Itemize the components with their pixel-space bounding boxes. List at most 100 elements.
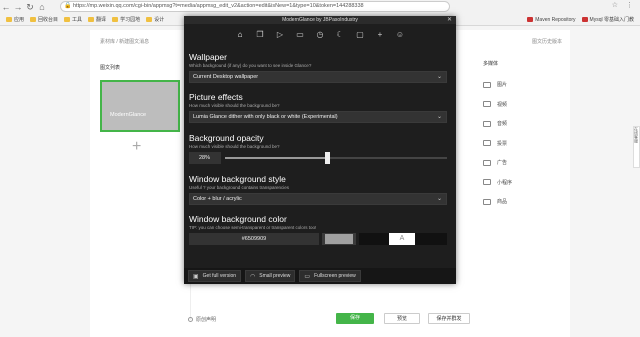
opacity-slider[interactable]: 28%	[189, 152, 451, 164]
thumb-label: ModernGlance	[110, 112, 147, 118]
sidebar-item-miniprogram[interactable]: 小程序	[475, 173, 555, 193]
bookmark-maven[interactable]: Maven Repository	[527, 17, 576, 23]
wallpaper-dropdown[interactable]: Current Desktop wallpaper ⌄	[189, 71, 447, 83]
smile-icon[interactable]: ☺	[390, 30, 410, 39]
bookmark-item[interactable]: 翻译	[88, 16, 106, 23]
sidebar-title: 多媒体	[483, 61, 499, 67]
slider-track[interactable]	[225, 152, 447, 164]
window-style-dropdown[interactable]: Color + blur / acrylic ⌄	[189, 193, 447, 205]
bookmark-item[interactable]: 回收台目	[30, 16, 58, 23]
bookmark-item[interactable]: 设计	[146, 16, 164, 23]
address-text: https://mp.weixin.qq.com/cgi-bin/appmsg?…	[73, 3, 364, 9]
chevron-down-icon: ⌄	[436, 74, 442, 80]
window-icon[interactable]: ▭	[290, 30, 310, 39]
swatch-fill	[325, 234, 353, 244]
window-color-sub: TIP: you can choose semi-transparent or …	[189, 225, 317, 230]
effects-section: Picture effects How much visible should …	[189, 92, 451, 123]
reload-icon[interactable]: ↻	[24, 2, 36, 13]
window-style-section: Window background style Useful ? your ba…	[189, 174, 451, 205]
original-declaration[interactable]: 原创声明	[188, 316, 216, 323]
text-color-swatch[interactable]: A	[359, 233, 447, 245]
swatch-glyph: A	[389, 233, 415, 245]
wallpaper-heading: Wallpaper	[189, 52, 227, 62]
product-icon	[483, 198, 491, 205]
chevron-down-icon: ⌄	[436, 114, 442, 120]
slider-fill	[225, 157, 328, 159]
radio-icon	[188, 317, 193, 322]
color-row: #6509909 A	[189, 233, 451, 245]
clock-icon[interactable]: ◷	[310, 30, 330, 39]
slider-thumb[interactable]	[325, 152, 331, 164]
preview-button[interactable]: 预览	[384, 313, 420, 324]
settings-tabs: ⌂ ❐ ▷ ▭ ◷ ☾ ▢ + ☺	[184, 26, 456, 42]
color-swatch[interactable]	[322, 233, 356, 245]
sidebar-item-audio[interactable]: 音频	[475, 114, 555, 134]
bookmark-mysql[interactable]: Mysql 零基础入门教	[581, 16, 634, 23]
moon-icon[interactable]: ☾	[330, 30, 350, 39]
bookmarks-right: Maven Repository Mysql 零基础入门教	[521, 14, 640, 25]
wallpaper-sub: Which background (if any) do you want to…	[189, 63, 312, 68]
sidebar-item-ad[interactable]: 广告	[475, 153, 555, 173]
media-sidebar: 多媒体 图片 视频 音频 投票 广告 小程序 商品	[475, 60, 555, 212]
opacity-sub: How much visible should the background b…	[189, 144, 280, 149]
close-icon[interactable]: ✕	[447, 16, 452, 24]
mysql-icon	[581, 17, 588, 22]
add-article-icon[interactable]: +	[132, 138, 141, 156]
folder-icon	[88, 17, 95, 22]
window-color-section: Window background color TIP: you can cho…	[189, 214, 451, 245]
folder-icon	[146, 17, 153, 22]
opacity-heading: Background opacity	[189, 133, 264, 143]
article-thumbnail[interactable]: ModernGlance	[100, 80, 180, 132]
home-icon[interactable]: ⌂	[36, 2, 48, 12]
forward-icon[interactable]: →	[12, 2, 24, 12]
home-icon[interactable]: ⌂	[230, 30, 250, 39]
image-icon	[483, 81, 491, 88]
ad-icon	[483, 159, 491, 166]
sidebar-item-image[interactable]: 图片	[475, 75, 555, 95]
effects-heading: Picture effects	[189, 92, 243, 102]
fullscreen-preview-button[interactable]: ▭ Fullscreen preview	[299, 270, 361, 282]
sidebar-item-vote[interactable]: 投票	[475, 134, 555, 154]
nav-buttons: ← → ↻ ⌂	[0, 0, 48, 14]
bookmark-item[interactable]: 工具	[64, 16, 82, 23]
window-color-heading: Window background color	[189, 214, 287, 224]
miniprogram-icon	[483, 179, 491, 186]
folder-icon	[6, 17, 12, 22]
effects-dropdown[interactable]: Lumia Glance dither with only black or w…	[189, 111, 447, 123]
maven-icon	[527, 17, 534, 22]
effects-sub: How much visible should the background b…	[189, 103, 280, 108]
sidebar-item-video[interactable]: 视频	[475, 95, 555, 115]
window-title: ModernGlance by JBPasoIndustry ✕	[184, 16, 456, 24]
floating-service-tab[interactable]: 在线客服	[633, 126, 640, 168]
color-hex-input[interactable]: #6509909	[189, 233, 319, 245]
window-style-heading: Window background style	[189, 174, 286, 184]
store-icon: ▣	[193, 273, 199, 280]
vote-icon	[483, 140, 491, 147]
chrome-icons[interactable]: ☆ ⋮	[612, 1, 636, 9]
bookmark-item[interactable]: 学习园地	[112, 16, 140, 23]
address-bar[interactable]: 🔒 https://mp.weixin.qq.com/cgi-bin/appms…	[60, 1, 450, 12]
history-link[interactable]: 图文历史版本	[532, 38, 562, 45]
opacity-value[interactable]: 28%	[189, 152, 221, 164]
small-preview-button[interactable]: ◠ Small preview	[245, 270, 296, 282]
lock-icon: 🔒	[64, 3, 72, 9]
save-and-send-button[interactable]: 保存并群发	[428, 313, 470, 324]
folder-icon	[112, 17, 119, 22]
get-full-version-button[interactable]: ▣ Get full version	[188, 270, 242, 282]
chevron-down-icon: ⌄	[436, 196, 442, 202]
plus-icon[interactable]: +	[370, 30, 390, 39]
folder-icon[interactable]: ▢	[350, 30, 370, 39]
dialog-footer: ▣ Get full version ◠ Small preview ▭ Fullsc…	[184, 268, 456, 284]
editor-footer: 原创声明 保存 预览 保存并群发	[90, 310, 570, 330]
monitor-icon: ▭	[304, 273, 311, 280]
breadcrumb[interactable]: 素材库 / 新建图文消息	[100, 38, 149, 45]
copy-icon[interactable]: ❐	[250, 30, 270, 39]
microphone-icon	[483, 120, 491, 127]
bookmark-item[interactable]: 应用	[6, 16, 24, 23]
play-icon[interactable]: ▷	[270, 30, 290, 39]
modernglance-window: ModernGlance by JBPasoIndustry ✕ ⌂ ❐ ▷ ▭…	[184, 16, 456, 284]
save-button[interactable]: 保存	[336, 313, 374, 324]
sidebar-item-product[interactable]: 商品	[475, 192, 555, 212]
back-icon[interactable]: ←	[0, 2, 12, 12]
folder-icon	[30, 17, 37, 22]
